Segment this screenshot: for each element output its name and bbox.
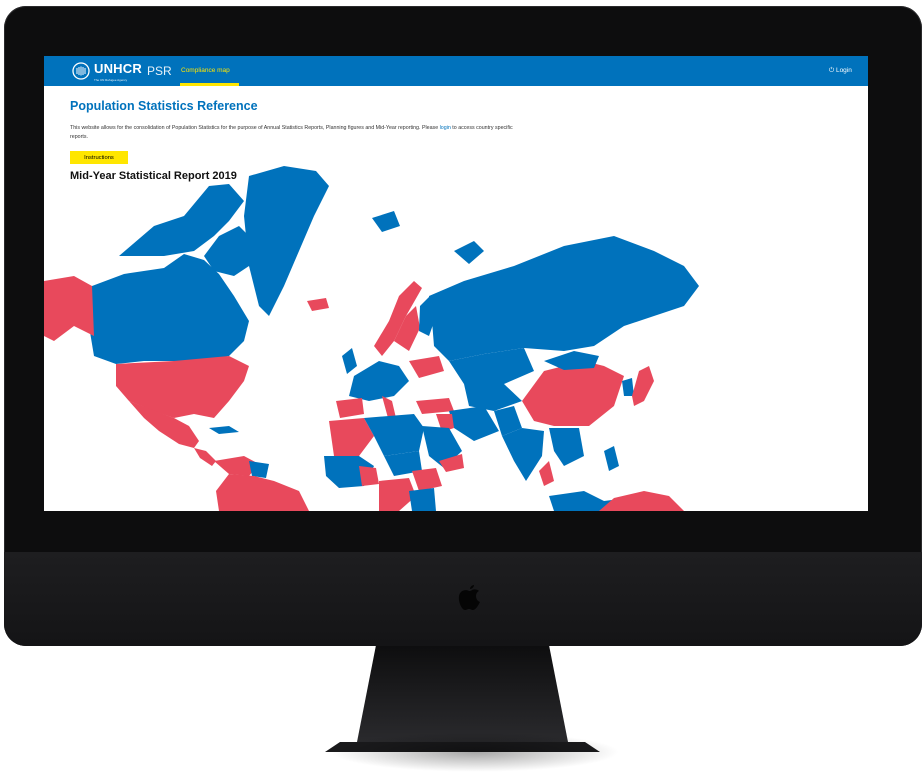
map-country-spain[interactable] — [336, 398, 364, 418]
intro-text-before: This website allows for the consolidatio… — [70, 125, 440, 131]
nav-app-abbr[interactable]: PSR — [147, 64, 172, 78]
map-country-turkey[interactable] — [416, 398, 454, 414]
report-title: Mid-Year Statistical Report 2019 — [70, 170, 237, 182]
map-country-australia[interactable] — [599, 491, 684, 511]
intro-login-link[interactable]: login — [440, 125, 451, 131]
map-country-western-europe[interactable] — [349, 361, 409, 401]
active-tab-indicator — [180, 83, 239, 86]
map-country-italy[interactable] — [382, 396, 396, 418]
map-country-southeast-asia[interactable] — [549, 428, 584, 466]
map-country-nigeria[interactable] — [359, 466, 379, 486]
map-country-greenland[interactable] — [244, 166, 329, 316]
apple-logo-icon — [458, 585, 480, 610]
world-compliance-map[interactable] — [44, 156, 868, 511]
map-country-central-america[interactable] — [194, 448, 216, 466]
unhcr-emblem-icon — [72, 62, 90, 80]
map-country-brazil[interactable] — [216, 474, 309, 511]
map-country-ukraine[interactable] — [409, 356, 444, 378]
browser-screen: UNHCR The UN Refugee Agency PSR Complian… — [44, 56, 868, 511]
brand-tagline: The UN Refugee Agency — [94, 78, 128, 82]
brand-name: UNHCR — [94, 61, 142, 76]
power-icon: ⏻ — [829, 67, 836, 74]
top-navbar: UNHCR The UN Refugee Agency PSR Complian… — [44, 56, 868, 86]
tab-compliance-map[interactable]: Compliance map — [181, 67, 230, 74]
map-country-alaska[interactable] — [44, 276, 94, 341]
login-label: Login — [835, 67, 852, 74]
map-country-mongolia[interactable] — [544, 351, 599, 370]
map-country-iceland[interactable] — [307, 298, 329, 311]
map-country-japan[interactable] — [632, 366, 654, 406]
map-country-korea[interactable] — [622, 378, 634, 396]
map-country-india[interactable] — [502, 428, 544, 481]
map-country-iran[interactable] — [449, 406, 499, 441]
login-link[interactable]: ⏻ Login — [829, 67, 852, 75]
map-country-novaya-zemlya[interactable] — [454, 241, 484, 264]
intro-text: This website allows for the consolidatio… — [70, 124, 530, 142]
map-country-ethiopia[interactable] — [412, 468, 442, 491]
map-country-thailand[interactable] — [539, 461, 554, 486]
map-country-cuba[interactable] — [209, 426, 239, 434]
map-country-east-africa[interactable] — [409, 488, 436, 511]
unhcr-logo[interactable]: UNHCR The UN Refugee Agency — [72, 61, 142, 82]
map-country-philippines[interactable] — [604, 446, 619, 471]
map-country-china[interactable] — [522, 361, 624, 426]
stand-shadow — [330, 732, 620, 772]
page-title: Population Statistics Reference — [70, 99, 258, 113]
map-country-uk[interactable] — [342, 348, 357, 374]
map-country-guianas[interactable] — [249, 461, 269, 478]
map-country-svalbard[interactable] — [372, 211, 400, 232]
